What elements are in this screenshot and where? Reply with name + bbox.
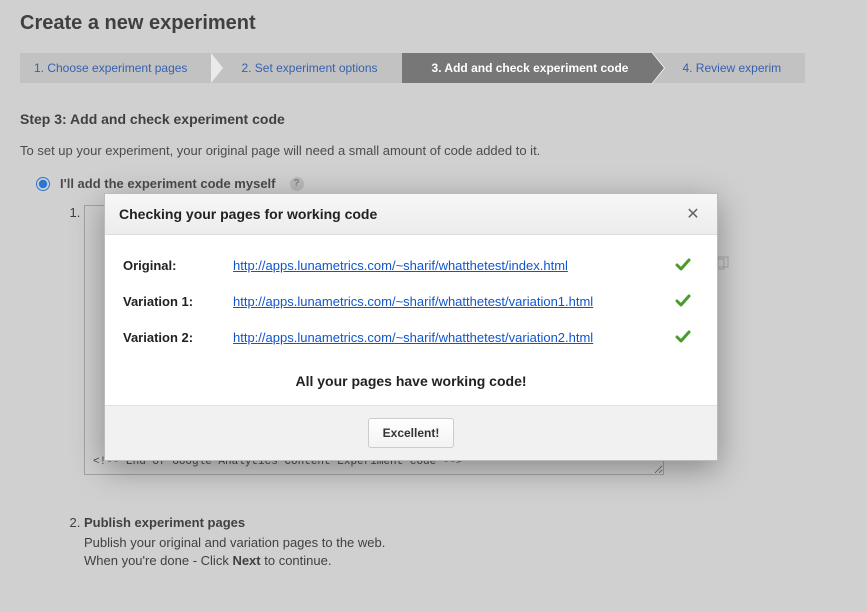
check-row-label: Variation 1: (123, 294, 233, 309)
modal-body: Original: http://apps.lunametrics.com/~s… (105, 235, 717, 405)
check-row-variation-2: Variation 2: http://apps.lunametrics.com… (123, 319, 699, 355)
check-row-status (675, 257, 699, 273)
check-row-status (675, 329, 699, 345)
check-row-original: Original: http://apps.lunametrics.com/~s… (123, 247, 699, 283)
checkmark-icon (675, 329, 699, 345)
wizard-step-label: 3. Add and check experiment code (432, 61, 629, 75)
check-row-link[interactable]: http://apps.lunametrics.com/~sharif/what… (233, 294, 675, 309)
modal-title: Checking your pages for working code (119, 206, 377, 222)
wizard-step-3[interactable]: 3. Add and check experiment code (402, 53, 653, 83)
checkmark-icon (675, 257, 699, 273)
close-icon: ✕ (686, 204, 699, 224)
check-row-variation-1: Variation 1: http://apps.lunametrics.com… (123, 283, 699, 319)
success-message: All your pages have working code! (123, 355, 699, 403)
modal-close-button[interactable]: ✕ (683, 204, 703, 224)
excellent-button[interactable]: Excellent! (368, 418, 455, 448)
check-row-label: Original: (123, 258, 233, 273)
modal-footer: Excellent! (105, 405, 717, 460)
check-row-status (675, 293, 699, 309)
check-row-label: Variation 2: (123, 330, 233, 345)
check-row-link[interactable]: http://apps.lunametrics.com/~sharif/what… (233, 258, 675, 273)
code-check-modal: Checking your pages for working code ✕ O… (104, 193, 718, 461)
checkmark-icon (675, 293, 699, 309)
check-row-link[interactable]: http://apps.lunametrics.com/~sharif/what… (233, 330, 675, 345)
modal-header: Checking your pages for working code ✕ (105, 194, 717, 235)
